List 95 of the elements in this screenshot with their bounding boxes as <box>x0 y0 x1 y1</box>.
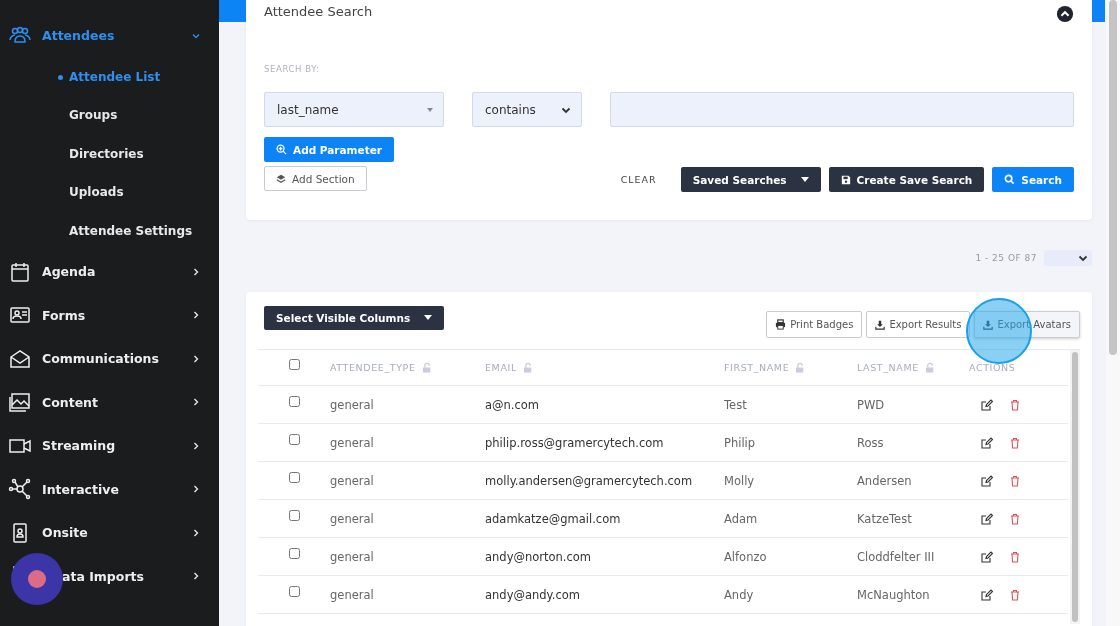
column-header: ACTIONS <box>969 362 1016 373</box>
table-cell: adamkatze@gmail.com <box>485 511 621 526</box>
download-icon <box>875 319 886 330</box>
pagination-range: 1 - 25 OF 87 <box>975 253 1037 263</box>
table-cell: a@n.com <box>485 397 540 412</box>
table-cell: Ross <box>857 435 884 450</box>
add-parameter-button[interactable]: Add Parameter <box>264 137 394 162</box>
search-by-label: SEARCH BY: <box>264 64 321 74</box>
page-size-select[interactable] <box>1044 250 1092 266</box>
table-cell: andy@norton.com <box>485 549 592 564</box>
search-value-field[interactable] <box>610 92 1074 127</box>
table-cell: Andy <box>724 587 754 602</box>
chevron-right-icon <box>191 310 201 321</box>
chevron-right-icon <box>191 440 201 451</box>
table-cell: PWD <box>857 397 885 412</box>
chevron-right-icon <box>191 266 201 277</box>
download-icon <box>983 319 994 330</box>
table-cell: general <box>330 549 374 564</box>
row-checkbox[interactable] <box>288 548 300 559</box>
search-button[interactable]: Search <box>992 167 1074 192</box>
nav-item[interactable]: Onsite <box>0 511 219 555</box>
image-icon <box>8 390 32 415</box>
nav-subitem[interactable]: Attendee Settings <box>0 211 219 250</box>
collapse-icon[interactable] <box>1056 5 1074 23</box>
layers-icon <box>276 173 286 184</box>
zoom-in-icon <box>276 144 287 155</box>
printer-icon <box>775 319 787 330</box>
select-all-checkbox[interactable] <box>288 359 300 370</box>
edit-icon[interactable] <box>981 588 993 601</box>
table-cell: Test <box>724 397 747 412</box>
table-cell: Alfonzo <box>724 549 767 564</box>
select-visible-columns-button[interactable]: Select Visible Columns <box>264 305 445 330</box>
create-save-search-button[interactable]: Create Save Search <box>828 167 985 192</box>
nav-subitem[interactable]: Attendee List <box>0 57 219 96</box>
export-results-button[interactable]: Export Results <box>866 311 971 338</box>
table-cell: andy@andy.com <box>485 587 580 602</box>
nav-item[interactable]: Agenda <box>0 250 219 294</box>
table-cell: Cloddfelter III <box>857 549 935 564</box>
chevron-right-icon <box>191 527 201 538</box>
field-select[interactable]: last_name <box>264 92 444 127</box>
table-cell: general <box>330 473 374 488</box>
trash-icon[interactable] <box>1009 436 1021 449</box>
nav-item[interactable]: Communications <box>0 337 219 381</box>
chevron-right-icon <box>191 571 201 582</box>
table-cell: Molly <box>724 473 755 488</box>
nav-subitem[interactable]: Directories <box>0 134 219 173</box>
table-cell: KatzeTest <box>857 511 912 526</box>
trash-icon[interactable] <box>1009 550 1021 563</box>
saved-searches-button[interactable]: Saved Searches <box>680 167 821 192</box>
table-scrollbar[interactable] <box>1070 350 1080 624</box>
table-cell: Philip <box>724 435 756 450</box>
chat-bubble-button[interactable] <box>11 553 63 605</box>
chevron-right-icon <box>191 353 201 364</box>
nav-subitem[interactable]: Uploads <box>0 173 219 212</box>
card-title: Attendee Search <box>264 3 373 19</box>
edit-icon[interactable] <box>981 474 993 487</box>
edit-icon[interactable] <box>981 436 993 449</box>
edit-icon[interactable] <box>981 398 993 411</box>
table-cell: Adam <box>724 511 758 526</box>
table-cell: philip.ross@gramercytech.com <box>485 435 664 450</box>
table-cell: general <box>330 435 374 450</box>
nav-item[interactable]: Attendees <box>0 14 219 58</box>
table-cell: Andersen <box>857 473 912 488</box>
table-cell: molly.andersen@gramercytech.com <box>485 473 693 488</box>
chevron-right-icon <box>191 484 201 495</box>
trash-icon[interactable] <box>1009 398 1021 411</box>
table-cell: general <box>330 587 374 602</box>
row-checkbox[interactable] <box>288 510 300 521</box>
nav-item[interactable]: Streaming <box>0 424 219 468</box>
search-icon <box>1004 174 1016 185</box>
table-cell: general <box>330 511 374 526</box>
table-cell: general <box>330 397 374 412</box>
chevron-right-icon <box>191 397 201 408</box>
table-cell: McNaughton <box>857 587 930 602</box>
chevron-down-icon <box>1078 253 1088 263</box>
nav-item[interactable]: Interactive <box>0 467 219 511</box>
row-checkbox[interactable] <box>288 586 300 597</box>
clear-button[interactable]: CLEAR <box>614 167 663 192</box>
edit-icon[interactable] <box>981 512 993 525</box>
nav-subitem[interactable]: Groups <box>0 96 219 135</box>
nav-item[interactable]: Forms <box>0 293 219 337</box>
nav-item[interactable]: Content <box>0 380 219 424</box>
edit-icon[interactable] <box>981 550 993 563</box>
add-section-button[interactable]: Add Section <box>264 166 367 191</box>
row-checkbox[interactable] <box>288 434 300 445</box>
row-checkbox[interactable] <box>288 396 300 407</box>
trash-icon[interactable] <box>1009 588 1021 601</box>
network-icon <box>8 477 32 502</box>
page-scrollbar[interactable] <box>1106 0 1120 626</box>
export-avatars-button[interactable]: Export Avatars <box>974 311 1080 338</box>
trash-icon[interactable] <box>1009 474 1021 487</box>
row-checkbox[interactable] <box>288 472 300 483</box>
print-badges-button[interactable]: Print Badges <box>766 311 863 338</box>
operator-select[interactable]: contains <box>472 92 582 127</box>
trash-icon[interactable] <box>1009 512 1021 525</box>
